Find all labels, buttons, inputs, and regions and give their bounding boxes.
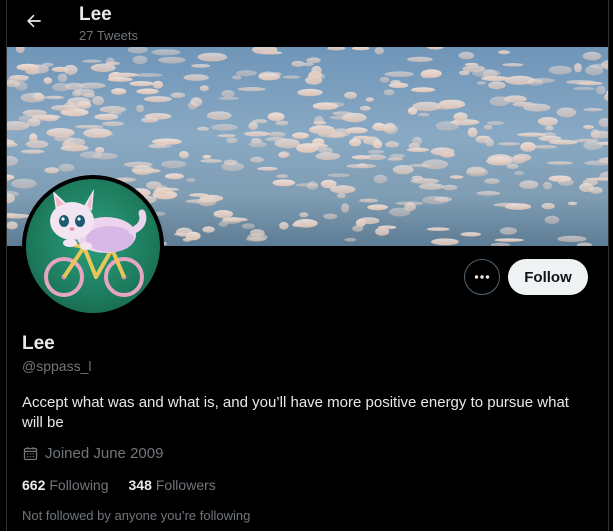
follow-button[interactable]: Follow bbox=[508, 259, 588, 295]
follow-stats: 662 Following 348 Followers bbox=[22, 477, 236, 493]
joined-text: Joined June 2009 bbox=[45, 445, 164, 462]
more-options-button[interactable] bbox=[464, 259, 500, 295]
profile-header: Lee 27 Tweets bbox=[7, 0, 608, 47]
back-button[interactable] bbox=[17, 4, 51, 38]
following-link[interactable]: 662 Following bbox=[22, 477, 109, 493]
cat-on-bicycle-avatar bbox=[26, 179, 160, 313]
joined-date: Joined June 2009 bbox=[22, 445, 163, 462]
right-column-border bbox=[608, 0, 609, 531]
followers-count: 348 bbox=[128, 477, 152, 493]
following-count: 662 bbox=[22, 477, 46, 493]
header-title: Lee bbox=[79, 4, 112, 25]
following-label: Following bbox=[49, 477, 109, 493]
profile-name: Lee bbox=[22, 333, 55, 354]
followers-label: Followers bbox=[155, 477, 216, 493]
arrow-left-icon bbox=[27, 14, 41, 28]
tweet-count: 27 Tweets bbox=[79, 28, 139, 43]
calendar-icon bbox=[23, 447, 38, 461]
profile-page: Lee 27 Tweets Follow Lee @sppass_l Accep… bbox=[0, 0, 613, 531]
profile-bio: Accept what was and what is, and you’ll … bbox=[22, 394, 569, 431]
avatar[interactable] bbox=[22, 175, 164, 317]
followers-link[interactable]: 348 Followers bbox=[129, 477, 216, 493]
profile-handle: @sppass_l bbox=[22, 358, 92, 374]
followed-by-note: Not followed by anyone you’re following bbox=[22, 508, 251, 523]
more-dots-icon bbox=[474, 275, 490, 279]
